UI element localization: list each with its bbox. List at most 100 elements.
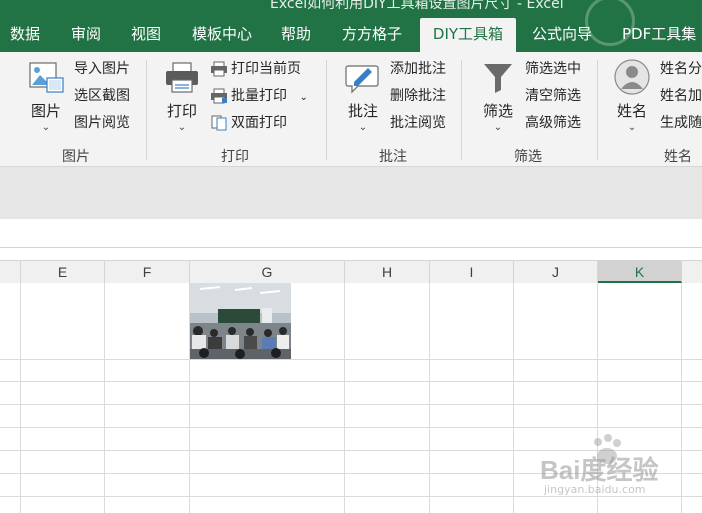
name-button-label: 姓名 — [616, 102, 647, 120]
duplex-print-button[interactable]: 双面打印 — [210, 112, 287, 134]
grid-line — [0, 359, 702, 360]
chevron-down-icon: ⌄ — [41, 122, 51, 133]
delete-comment-button[interactable]: 删除批注 — [390, 85, 446, 107]
grid-line — [0, 496, 702, 497]
tab-view[interactable]: 视图 — [131, 18, 161, 52]
region-screenshot-label: 选区截图 — [74, 88, 130, 104]
comment-group-label: 批注 — [379, 149, 407, 165]
chevron-down-icon: ⌄ — [358, 122, 368, 133]
column-header-k[interactable]: K — [598, 261, 682, 283]
column-header-i[interactable]: I — [430, 261, 514, 283]
picture-button-label: 图片 — [30, 102, 61, 120]
filter-button[interactable]: 筛选 ⌄ — [476, 60, 520, 133]
grid-line — [429, 283, 430, 513]
region-screenshot-button[interactable]: 选区截图 — [74, 85, 130, 107]
person-icon — [614, 59, 650, 95]
filter-button-label: 筛选 — [482, 102, 513, 120]
tab-review[interactable]: 审阅 — [71, 18, 101, 52]
inserted-classroom-picture[interactable] — [190, 283, 291, 359]
clear-filter-button[interactable]: 清空筛选 — [525, 85, 581, 107]
picture-group-label: 图片 — [62, 149, 90, 165]
tab-template-center[interactable]: 模板中心 — [192, 18, 252, 52]
name-button[interactable]: 姓名 ⌄ — [610, 58, 654, 133]
ribbon-tabs: 数据 审阅 视图 模板中心 帮助 方方格子 DIY工具箱 公式向导 PDF工具集 — [0, 18, 702, 52]
comment-browse-button[interactable]: 批注阅览 — [390, 112, 446, 134]
print-current-page-button[interactable]: 打印当前页 — [210, 58, 301, 80]
comment-button[interactable]: 批注 ⌄ — [341, 60, 385, 133]
ribbon-collapsed-area — [0, 167, 702, 219]
grid-line — [513, 283, 514, 513]
column-header-h[interactable]: H — [345, 261, 430, 283]
import-picture-label: 导入图片 — [74, 61, 130, 77]
delete-comment-label: 删除批注 — [390, 88, 446, 104]
filter-selected-button[interactable]: 筛选选中 — [525, 58, 581, 80]
import-picture-button[interactable]: 导入图片 — [74, 58, 130, 80]
batch-print-button[interactable]: 批量打印 ⌄ — [210, 85, 308, 107]
column-header-partial[interactable] — [682, 261, 702, 283]
name-add-button[interactable]: 姓名加 — [660, 85, 702, 107]
column-header-partial[interactable] — [0, 261, 21, 283]
ribbon: 图片 ⌄ 导入图片 选区截图 图片阅览 图片 打印 ⌄ 打印当前页 批量打印 ⌄… — [0, 52, 702, 167]
printer-icon — [166, 62, 198, 93]
picture-button[interactable]: 图片 ⌄ — [24, 60, 68, 133]
add-comment-label: 添加批注 — [390, 61, 446, 77]
name-split-button[interactable]: 姓名分 — [660, 58, 702, 80]
column-header-j[interactable]: J — [514, 261, 598, 283]
name-add-label: 姓名加 — [660, 88, 702, 104]
group-divider — [597, 60, 598, 160]
comment-browse-label: 批注阅览 — [390, 115, 446, 131]
chevron-down-icon: ⌄ — [493, 122, 503, 133]
tab-pdf-tools[interactable]: PDF工具集 — [622, 18, 696, 52]
window-title: Excel如何利用DIY工具箱设置图片尺寸 - Excel — [270, 0, 564, 12]
chevron-down-icon[interactable]: ⌄ — [299, 92, 307, 103]
watermark-sub-text: jingyan.baidu.com — [544, 483, 646, 496]
tab-help[interactable]: 帮助 — [281, 18, 311, 52]
batch-print-label: 批量打印 — [231, 88, 287, 104]
add-comment-button[interactable]: 添加批注 — [390, 58, 446, 80]
title-bar: Excel如何利用DIY工具箱设置图片尺寸 - Excel 数据 审阅 视图 模… — [0, 0, 702, 52]
funnel-icon — [484, 64, 512, 93]
formula-bar[interactable] — [0, 219, 702, 248]
column-header-e[interactable]: E — [21, 261, 105, 283]
picture-browse-label: 图片阅览 — [74, 115, 130, 131]
grid-line — [0, 427, 702, 428]
group-divider — [326, 60, 327, 160]
generate-random-label: 生成随 — [660, 115, 702, 131]
column-header-g[interactable]: G — [190, 261, 345, 283]
picture-icon — [29, 62, 64, 93]
clear-filter-label: 清空筛选 — [525, 88, 581, 104]
watermark-main-text: Bai度经验 — [540, 455, 659, 485]
tab-data[interactable]: 数据 — [10, 18, 40, 52]
picture-browse-button[interactable]: 图片阅览 — [74, 112, 130, 134]
name-split-label: 姓名分 — [660, 61, 702, 77]
grid-line — [0, 404, 702, 405]
tab-diy-toolbox[interactable]: DIY工具箱 — [420, 18, 516, 52]
grid-line — [344, 283, 345, 513]
group-divider — [461, 60, 462, 160]
advanced-filter-label: 高级筛选 — [525, 115, 581, 131]
group-divider — [146, 60, 147, 160]
print-button[interactable]: 打印 ⌄ — [160, 60, 204, 133]
advanced-filter-button[interactable]: 高级筛选 — [525, 112, 581, 134]
chevron-down-icon: ⌄ — [627, 122, 637, 133]
print-page-icon — [211, 61, 227, 77]
filter-selected-label: 筛选选中 — [525, 61, 581, 77]
column-header-f[interactable]: F — [105, 261, 190, 283]
grid-line — [104, 283, 105, 513]
tab-formula-wizard[interactable]: 公式向导 — [532, 18, 592, 52]
print-current-page-label: 打印当前页 — [231, 61, 301, 77]
duplex-print-icon — [211, 115, 227, 131]
baidu-jingyan-watermark: Bai度经验 jingyan.baidu.com — [532, 434, 692, 496]
print-button-label: 打印 — [166, 102, 197, 120]
batch-print-icon — [211, 88, 227, 104]
column-headers: E F G H I J K — [0, 260, 702, 284]
print-group-label: 打印 — [221, 149, 249, 165]
duplex-print-label: 双面打印 — [231, 115, 287, 131]
pencil-comment-icon — [345, 65, 379, 94]
chevron-down-icon: ⌄ — [177, 122, 187, 133]
comment-button-label: 批注 — [347, 102, 378, 120]
tab-fangfang-gezi[interactable]: 方方格子 — [342, 18, 402, 52]
filter-group-label: 筛选 — [514, 149, 542, 165]
generate-random-button[interactable]: 生成随 — [660, 112, 702, 134]
name-group-label: 姓名 — [664, 149, 692, 165]
